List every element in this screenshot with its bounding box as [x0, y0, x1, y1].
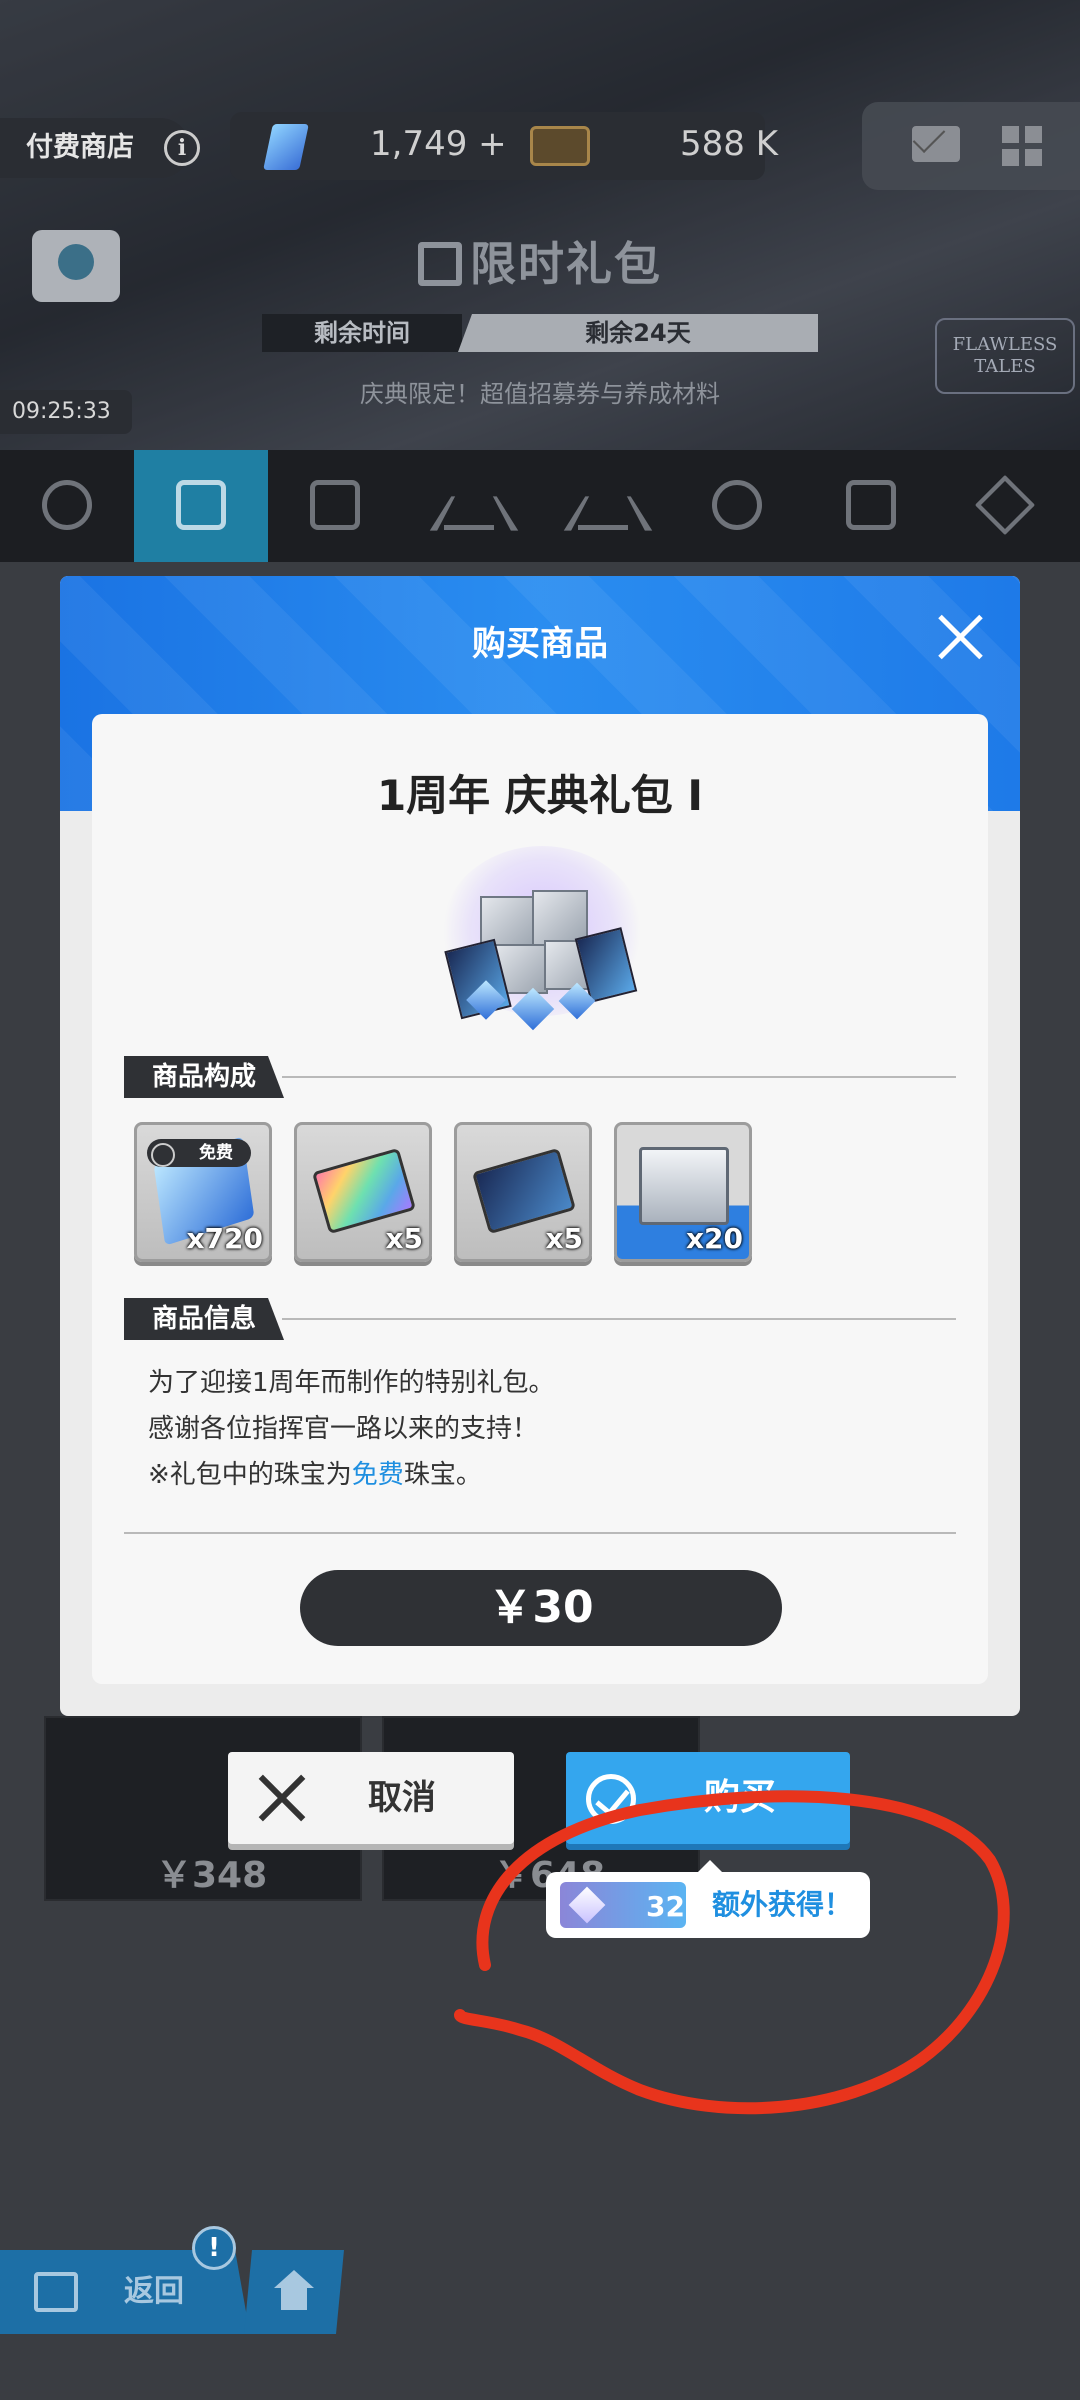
free-badge: 免费: [147, 1139, 251, 1167]
package-image: [432, 836, 652, 1031]
exit-icon: [34, 2272, 78, 2312]
package-name: 1周年 庆典礼包 I: [376, 771, 704, 820]
item-rainbow-ticket[interactable]: x5: [294, 1122, 432, 1262]
tab-outfit[interactable]: [536, 450, 670, 562]
alarm-clock-icon: [42, 480, 92, 530]
time-left-value: 剩余24天: [458, 314, 818, 352]
back-label: 返回: [124, 2274, 184, 2309]
free-highlight: 免费: [351, 1460, 404, 1490]
home-icon: [274, 2270, 314, 2310]
description-text: 珠宝。: [403, 1460, 482, 1490]
time-remaining-bar: 剩余时间 剩余24天: [262, 314, 818, 352]
bonus-label: 额外获得！: [712, 1888, 853, 1921]
item-quantity: x5: [385, 1222, 423, 1255]
item-quantity: x720: [186, 1222, 263, 1255]
dialog-title: 购买商品: [472, 624, 608, 664]
gift-icon: [418, 242, 462, 286]
section-divider: [282, 1076, 956, 1078]
diamond-icon: [974, 474, 1036, 536]
tab-limited-outfit[interactable]: [402, 450, 536, 562]
cancel-label: 取消: [368, 1778, 436, 1818]
info-label: 商品信息: [124, 1298, 284, 1340]
buy-label: 购买: [704, 1777, 777, 1818]
price-divider: [124, 1532, 956, 1534]
hanger-hourglass-icon: [444, 480, 494, 530]
tab-diamond[interactable]: [938, 450, 1072, 562]
tab-target[interactable]: [670, 450, 804, 562]
bonus-gem-icon: 32: [560, 1882, 686, 1928]
close-icon: [258, 1774, 306, 1822]
page-title: 限时礼包: [0, 228, 1080, 294]
bonus-count: 32: [646, 1890, 685, 1923]
currency-count: 588 K: [680, 124, 778, 164]
shop-name-label: 付费商店: [0, 118, 190, 178]
tab-limited-gift[interactable]: [134, 450, 268, 562]
time-left-label: 剩余时间: [262, 314, 462, 352]
hanger-icon: [578, 480, 628, 530]
bonus-tooltip: 32 额外获得！: [546, 1860, 870, 1938]
dialog-panel: 1周年 庆典礼包 I 商品构成 免费 x720 x5 x5 x20 商品信息 为…: [92, 714, 988, 1684]
mail-icon[interactable]: [912, 126, 960, 162]
item-dark-ticket[interactable]: x5: [454, 1122, 592, 1262]
close-icon[interactable]: [936, 612, 986, 662]
target-icon: [712, 480, 762, 530]
gift-icon: [310, 480, 360, 530]
top-right-menu: [862, 102, 1080, 190]
description-text: ※礼包中的珠宝为: [148, 1460, 352, 1490]
game-logo: FLAWLESS TALES: [935, 318, 1075, 394]
cancel-button[interactable]: 取消: [228, 1752, 514, 1844]
item-gems[interactable]: 免费 x720: [134, 1122, 272, 1262]
contents-label: 商品构成: [124, 1056, 284, 1098]
clock-readout: 09:25:33: [0, 390, 132, 434]
calendar-icon: [846, 480, 896, 530]
ticket-icon: [530, 126, 590, 166]
store-price-left: ￥348: [156, 1855, 268, 1896]
home-button[interactable]: [244, 2250, 344, 2334]
event-subtitle: 庆典限定！超值招募券与养成材料: [360, 380, 720, 408]
description-line-2: 感谢各位指挥官一路以来的支持！: [148, 1414, 539, 1444]
item-quantity: x20: [685, 1222, 743, 1255]
logo-text: FLAWLESS TALES: [952, 334, 1058, 377]
tab-gift[interactable]: [268, 450, 402, 562]
price-label: ￥30: [300, 1570, 782, 1646]
item-quantity: x5: [545, 1222, 583, 1255]
info-icon[interactable]: i: [164, 130, 200, 166]
gift-hourglass-icon: [176, 480, 226, 530]
alert-badge[interactable]: !: [192, 2226, 236, 2270]
item-supply-box[interactable]: x20: [614, 1122, 752, 1262]
description-line-1: 为了迎接1周年而制作的特别礼包。: [148, 1368, 555, 1398]
check-icon: [586, 1774, 636, 1824]
supply-box-icon: [639, 1147, 729, 1225]
page-title-text: 限时礼包: [470, 237, 662, 291]
gem-count[interactable]: 1,749 +: [370, 124, 507, 164]
grid-menu-icon[interactable]: [1002, 126, 1042, 166]
description-line-3: ※礼包中的珠宝为免费珠宝。: [148, 1454, 482, 1491]
buy-button[interactable]: 购买: [566, 1752, 850, 1844]
category-tab-bar: [0, 450, 1080, 562]
section-divider: [282, 1318, 956, 1320]
purchase-dialog: 购买商品 1周年 庆典礼包 I 商品构成 免费 x720 x5 x5 x20 商…: [60, 576, 1020, 1716]
tab-calendar[interactable]: [804, 450, 938, 562]
tab-alarm[interactable]: [0, 450, 134, 562]
